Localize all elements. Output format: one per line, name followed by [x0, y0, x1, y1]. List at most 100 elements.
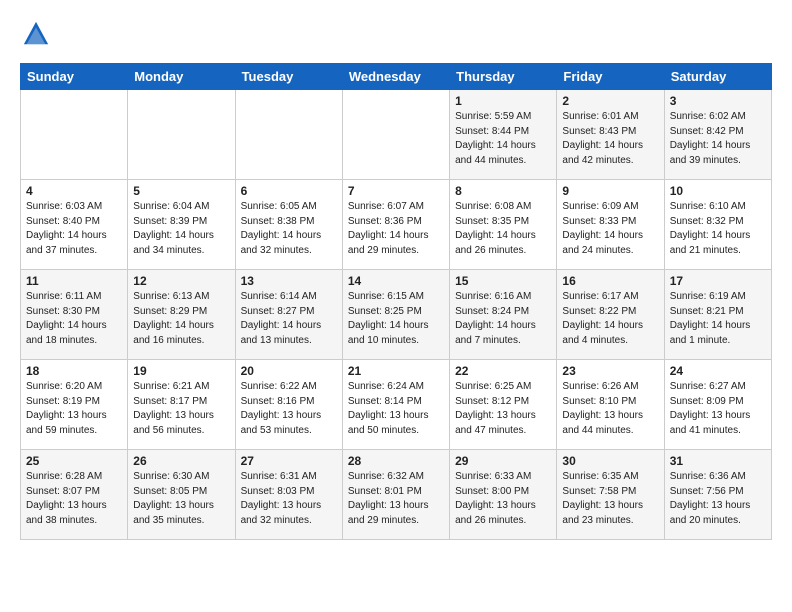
day-number: 16 — [562, 274, 658, 288]
day-number: 21 — [348, 364, 444, 378]
day-number: 23 — [562, 364, 658, 378]
day-info: Sunrise: 6:33 AM Sunset: 8:00 PM Dayligh… — [455, 470, 551, 528]
day-info: Sunrise: 6:24 AM Sunset: 8:14 PM Dayligh… — [348, 380, 444, 438]
day-number: 3 — [670, 94, 766, 108]
calendar-week-1: 1Sunrise: 5:59 AM Sunset: 8:44 PM Daylig… — [21, 90, 772, 180]
calendar-cell: 2Sunrise: 6:01 AM Sunset: 8:43 PM Daylig… — [557, 90, 664, 180]
day-number: 13 — [241, 274, 337, 288]
day-info: Sunrise: 6:31 AM Sunset: 8:03 PM Dayligh… — [241, 470, 337, 528]
day-info: Sunrise: 6:27 AM Sunset: 8:09 PM Dayligh… — [670, 380, 766, 438]
calendar-cell: 3 Sunrise: 6:02 AM Sunset: 8:42 PM Daylig… — [664, 90, 771, 180]
calendar-cell: 12 Sunrise: 6:13 AM Sunset: 8:29 PM Dayli… — [128, 270, 235, 360]
day-info: Sunrise: 6:05 AM Sunset: 8:38 PM Dayligh… — [241, 200, 337, 258]
calendar-cell: 28Sunrise: 6:32 AM Sunset: 8:01 PM Dayli… — [342, 450, 449, 540]
day-number: 6 — [241, 184, 337, 198]
day-info: Sunrise: 6:08 AM Sunset: 8:35 PM Dayligh… — [455, 200, 551, 258]
calendar-cell: 19 Sunrise: 6:21 AM Sunset: 8:17 PM Dayli… — [128, 360, 235, 450]
day-number: 11 — [26, 274, 122, 288]
header-monday: Monday — [128, 64, 235, 90]
day-number: 27 — [241, 454, 337, 468]
day-info: Sunrise: 6:14 AM Sunset: 8:27 PM Dayligh… — [241, 290, 337, 348]
calendar-cell: 11 Sunrise: 6:11 AM Sunset: 8:30 PM Dayli… — [21, 270, 128, 360]
day-number: 24 — [670, 364, 766, 378]
calendar-cell: 27 Sunrise: 6:31 AM Sunset: 8:03 PM Dayli… — [235, 450, 342, 540]
calendar-cell: 20 Sunrise: 6:22 AM Sunset: 8:16 PM Dayli… — [235, 360, 342, 450]
calendar-week-4: 18Sunrise: 6:20 AM Sunset: 8:19 PM Dayli… — [21, 360, 772, 450]
day-info: Sunrise: 6:35 AM Sunset: 7:58 PM Dayligh… — [562, 470, 658, 528]
calendar-cell: 5Sunrise: 6:04 AM Sunset: 8:39 PM Daylig… — [128, 180, 235, 270]
day-info: Sunrise: 6:22 AM Sunset: 8:16 PM Dayligh… — [241, 380, 337, 438]
day-info: Sunrise: 6:30 AM Sunset: 8:05 PM Dayligh… — [133, 470, 229, 528]
day-number: 10 — [670, 184, 766, 198]
day-number: 26 — [133, 454, 229, 468]
day-info: Sunrise: 6:01 AM Sunset: 8:43 PM Dayligh… — [562, 110, 658, 168]
calendar-cell: 10 Sunrise: 6:10 AM Sunset: 8:32 PM Dayli… — [664, 180, 771, 270]
day-info: Sunrise: 6:09 AM Sunset: 8:33 PM Dayligh… — [562, 200, 658, 258]
day-info: Sunrise: 6:21 AM Sunset: 8:17 PM Dayligh… — [133, 380, 229, 438]
calendar-cell: 13 Sunrise: 6:14 AM Sunset: 8:27 PM Dayli… — [235, 270, 342, 360]
day-number: 14 — [348, 274, 444, 288]
day-number: 4 — [26, 184, 122, 198]
day-info: Sunrise: 6:10 AM Sunset: 8:32 PM Dayligh… — [670, 200, 766, 258]
day-number: 12 — [133, 274, 229, 288]
calendar-cell: 30 Sunrise: 6:35 AM Sunset: 7:58 PM Dayli… — [557, 450, 664, 540]
day-info: Sunrise: 6:26 AM Sunset: 8:10 PM Dayligh… — [562, 380, 658, 438]
calendar-week-3: 11 Sunrise: 6:11 AM Sunset: 8:30 PM Dayli… — [21, 270, 772, 360]
day-number: 9 — [562, 184, 658, 198]
day-info: Sunrise: 6:11 AM Sunset: 8:30 PM Dayligh… — [26, 290, 122, 348]
calendar-cell: 6 Sunrise: 6:05 AM Sunset: 8:38 PM Daylig… — [235, 180, 342, 270]
day-number: 8 — [455, 184, 551, 198]
calendar-cell — [128, 90, 235, 180]
calendar-cell: 24 Sunrise: 6:27 AM Sunset: 8:09 PM Dayli… — [664, 360, 771, 450]
calendar-cell: 9 Sunrise: 6:09 AM Sunset: 8:33 PM Daylig… — [557, 180, 664, 270]
header-sunday: Sunday — [21, 64, 128, 90]
calendar-cell: 31 Sunrise: 6:36 AM Sunset: 7:56 PM Dayli… — [664, 450, 771, 540]
day-number: 28 — [348, 454, 444, 468]
calendar-cell: 14 Sunrise: 6:15 AM Sunset: 8:25 PM Dayli… — [342, 270, 449, 360]
day-info: Sunrise: 6:02 AM Sunset: 8:42 PM Dayligh… — [670, 110, 766, 168]
day-number: 15 — [455, 274, 551, 288]
day-info: Sunrise: 6:36 AM Sunset: 7:56 PM Dayligh… — [670, 470, 766, 528]
day-info: Sunrise: 6:16 AM Sunset: 8:24 PM Dayligh… — [455, 290, 551, 348]
header-saturday: Saturday — [664, 64, 771, 90]
logo — [20, 20, 54, 53]
calendar-cell: 7 Sunrise: 6:07 AM Sunset: 8:36 PM Daylig… — [342, 180, 449, 270]
day-info: Sunrise: 6:04 AM Sunset: 8:39 PM Dayligh… — [133, 200, 229, 258]
calendar-table: SundayMondayTuesdayWednesdayThursdayFrid… — [20, 63, 772, 540]
day-number: 18 — [26, 364, 122, 378]
day-info: Sunrise: 6:15 AM Sunset: 8:25 PM Dayligh… — [348, 290, 444, 348]
day-info: Sunrise: 6:19 AM Sunset: 8:21 PM Dayligh… — [670, 290, 766, 348]
day-info: Sunrise: 6:28 AM Sunset: 8:07 PM Dayligh… — [26, 470, 122, 528]
calendar-week-5: 25 Sunrise: 6:28 AM Sunset: 8:07 PM Dayli… — [21, 450, 772, 540]
calendar-cell: 8 Sunrise: 6:08 AM Sunset: 8:35 PM Daylig… — [450, 180, 557, 270]
header-friday: Friday — [557, 64, 664, 90]
header-tuesday: Tuesday — [235, 64, 342, 90]
day-number: 22 — [455, 364, 551, 378]
calendar-cell: 25 Sunrise: 6:28 AM Sunset: 8:07 PM Dayli… — [21, 450, 128, 540]
calendar-cell: 16Sunrise: 6:17 AM Sunset: 8:22 PM Dayli… — [557, 270, 664, 360]
day-number: 19 — [133, 364, 229, 378]
day-info: Sunrise: 6:13 AM Sunset: 8:29 PM Dayligh… — [133, 290, 229, 348]
logo-icon — [22, 20, 50, 48]
header-thursday: Thursday — [450, 64, 557, 90]
day-number: 25 — [26, 454, 122, 468]
calendar-header-row: SundayMondayTuesdayWednesdayThursdayFrid… — [21, 64, 772, 90]
calendar-cell: 26 Sunrise: 6:30 AM Sunset: 8:05 PM Dayli… — [128, 450, 235, 540]
calendar-cell: 23 Sunrise: 6:26 AM Sunset: 8:10 PM Dayli… — [557, 360, 664, 450]
day-number: 17 — [670, 274, 766, 288]
day-number: 20 — [241, 364, 337, 378]
day-number: 30 — [562, 454, 658, 468]
day-info: Sunrise: 6:03 AM Sunset: 8:40 PM Dayligh… — [26, 200, 122, 258]
day-number: 31 — [670, 454, 766, 468]
day-number: 29 — [455, 454, 551, 468]
page-header — [20, 20, 772, 53]
header-wednesday: Wednesday — [342, 64, 449, 90]
day-info: Sunrise: 6:07 AM Sunset: 8:36 PM Dayligh… — [348, 200, 444, 258]
calendar-cell: 1Sunrise: 5:59 AM Sunset: 8:44 PM Daylig… — [450, 90, 557, 180]
calendar-cell: 15 Sunrise: 6:16 AM Sunset: 8:24 PM Dayli… — [450, 270, 557, 360]
calendar-cell: 4 Sunrise: 6:03 AM Sunset: 8:40 PM Daylig… — [21, 180, 128, 270]
calendar-cell: 17 Sunrise: 6:19 AM Sunset: 8:21 PM Dayli… — [664, 270, 771, 360]
day-number: 1 — [455, 94, 551, 108]
day-number: 7 — [348, 184, 444, 198]
calendar-cell: 22Sunrise: 6:25 AM Sunset: 8:12 PM Dayli… — [450, 360, 557, 450]
